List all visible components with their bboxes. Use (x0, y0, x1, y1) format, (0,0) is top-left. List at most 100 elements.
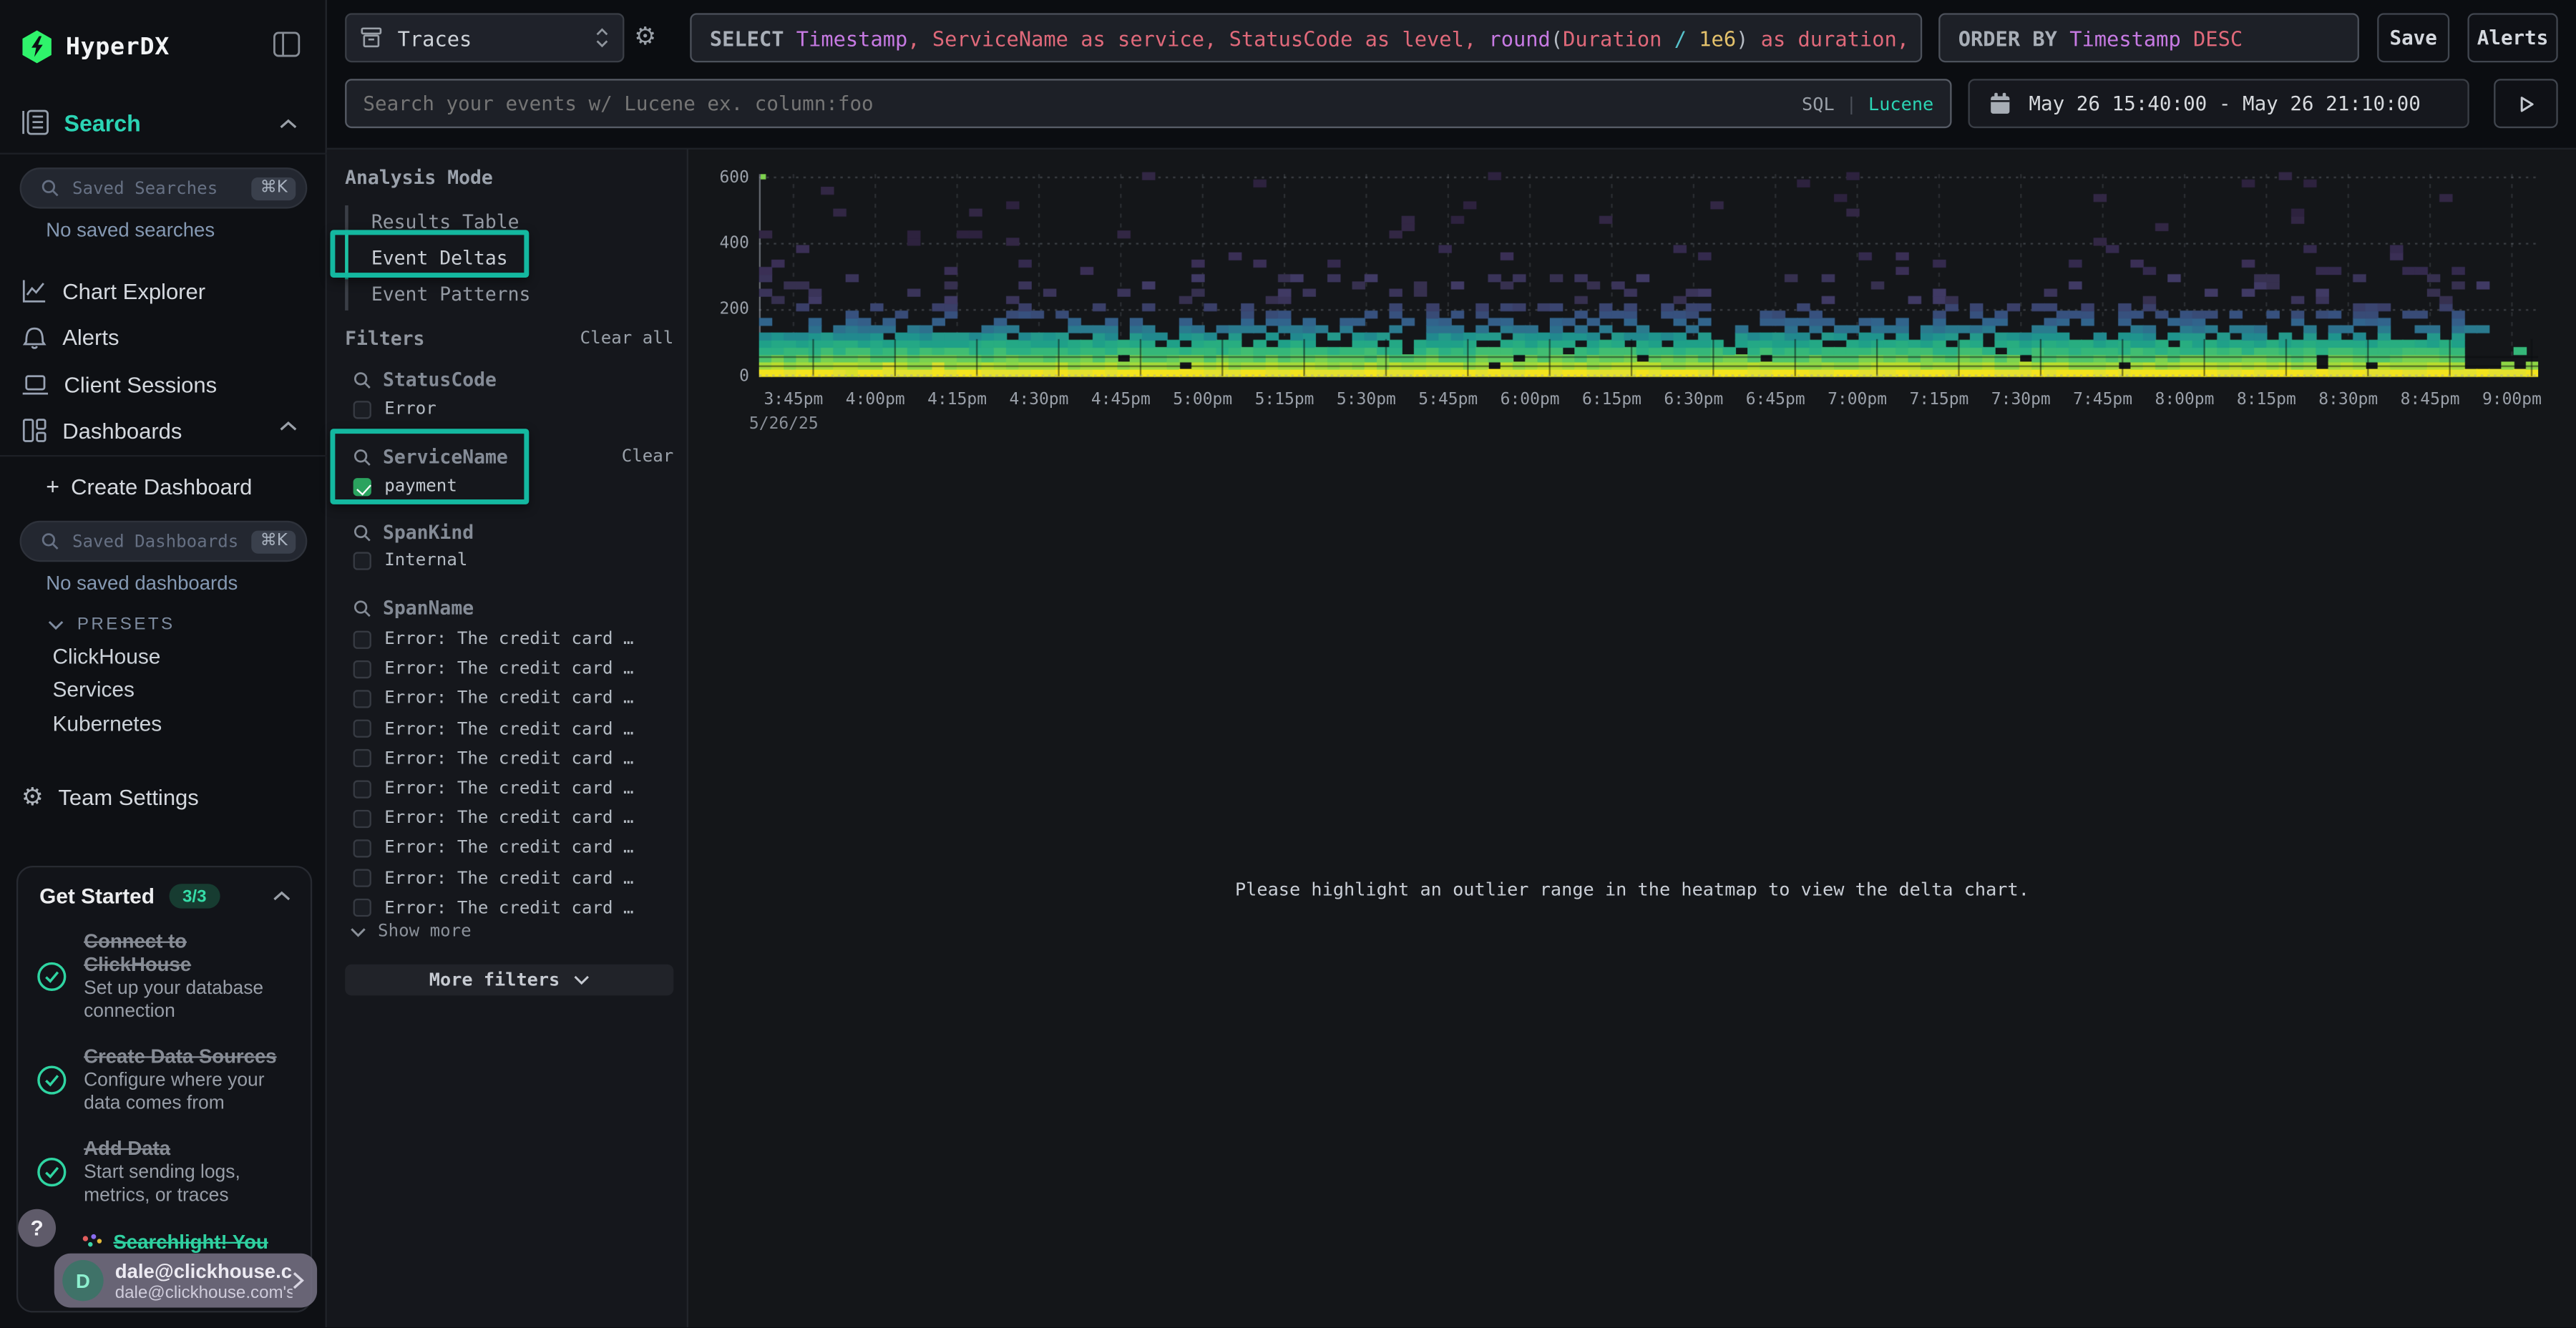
filter-option-spanname[interactable]: Error: The credit card … (353, 893, 677, 923)
analysis-mode-label: Analysis Mode (345, 166, 493, 189)
x-tick-label: 7:00pm (1811, 391, 1903, 409)
checkbox-checked[interactable] (353, 477, 371, 495)
search-icon[interactable] (353, 523, 371, 541)
hidden-step-label: Searchlight! You (113, 1231, 268, 1254)
mode-event-deltas[interactable]: Event Deltas (371, 246, 508, 269)
filter-option-spanname[interactable]: Error: The credit card … (353, 863, 677, 893)
get-started-chevron-up-icon[interactable] (273, 890, 291, 902)
checkbox[interactable] (353, 899, 371, 917)
save-button[interactable]: Save (2377, 13, 2449, 62)
preset-services[interactable]: Services (52, 677, 134, 701)
sql-select-text: SELECT Timestamp, ServiceName as service… (710, 26, 1922, 50)
filter-option-label: Error: The credit card … (384, 630, 633, 650)
user-menu[interactable]: D dale@clickhouse.com dale@clickhouse.co… (54, 1254, 317, 1308)
filter-option-label: payment (384, 477, 457, 497)
more-filters-button[interactable]: More filters (345, 965, 673, 996)
lang-toggle-lucene[interactable]: Lucene (1868, 93, 1933, 114)
lang-toggle-sql[interactable]: SQL (1802, 93, 1835, 114)
mode-results-table[interactable]: Results Table (371, 210, 519, 233)
checkbox[interactable] (353, 630, 371, 648)
filter-option-spanname[interactable]: Error: The credit card … (353, 773, 677, 804)
sql-select-input[interactable]: SELECT Timestamp, ServiceName as service… (690, 13, 1922, 62)
checkbox[interactable] (353, 690, 371, 708)
step-description: Configure where your data comes from (84, 1071, 289, 1115)
app-logo[interactable]: HyperDX (21, 29, 170, 64)
get-started-step[interactable]: Add Data Start sending logs, metrics, or… (36, 1137, 291, 1208)
laptop-icon (21, 372, 49, 396)
dashboards-chevron-up-icon[interactable] (279, 421, 297, 432)
saved-dashboards-input[interactable]: Saved Dashboards ⌘K (20, 521, 308, 562)
x-tick-label: 7:30pm (1975, 391, 2067, 409)
show-more-toggle[interactable]: Show more (350, 922, 472, 942)
filter-option-label: Internal (384, 550, 467, 570)
x-tick-label: 5:45pm (1402, 391, 1494, 409)
filter-option-payment[interactable]: payment (353, 477, 457, 497)
filter-option-internal[interactable]: Internal (353, 550, 468, 570)
source-settings-gear-icon[interactable]: ⚙ (634, 21, 656, 51)
clear-servicename-button[interactable]: Clear (622, 446, 674, 467)
preset-kubernetes[interactable]: Kubernetes (52, 711, 162, 736)
order-by-input[interactable]: ORDER BY Timestamp DESC (1938, 13, 2359, 62)
step-description: Start sending logs, metrics, or traces (84, 1163, 289, 1207)
mode-track-active (345, 233, 348, 279)
checkbox[interactable] (353, 779, 371, 797)
clear-all-button[interactable]: Clear all (580, 328, 674, 348)
filter-option-spanname[interactable]: Error: The credit card … (353, 654, 677, 684)
get-started-step[interactable]: Create Data Sources Configure where your… (36, 1045, 291, 1115)
chart-explorer-icon (21, 278, 48, 304)
search-input[interactable] (363, 92, 1802, 115)
checkbox[interactable] (353, 839, 371, 857)
checkbox[interactable] (353, 720, 371, 738)
shortcut-badge: ⌘K (252, 529, 296, 552)
help-button[interactable]: ? (18, 1209, 56, 1247)
sidebar-item-dashboards[interactable]: Dashboards (0, 409, 327, 452)
search-section-label: Search (64, 109, 141, 136)
x-tick-label: 7:45pm (2057, 391, 2149, 409)
filter-option-spanname[interactable]: Error: The credit card … (353, 714, 677, 744)
search-icon[interactable] (353, 448, 371, 466)
filter-option-spanname[interactable]: Error: The credit card … (353, 834, 677, 864)
checkbox[interactable] (353, 750, 371, 768)
time-range-picker[interactable]: May 26 15:40:00 - May 26 21:10:00 (1968, 79, 2469, 128)
filter-option-label: Error: The credit card … (384, 689, 633, 709)
sidebar-item-alerts[interactable]: Alerts (0, 316, 327, 358)
checkbox[interactable] (353, 869, 371, 887)
presets-label: PRESETS (77, 615, 175, 635)
saved-searches-input[interactable]: Saved Searches ⌘K (20, 167, 308, 208)
run-query-button[interactable] (2494, 79, 2558, 128)
x-tick-label: 7:15pm (1893, 391, 1986, 409)
filter-option-spanname[interactable]: Error: The credit card … (353, 804, 677, 834)
get-started-progress-badge: 3/3 (170, 884, 220, 908)
sidebar-item-client-sessions[interactable]: Client Sessions (0, 363, 327, 406)
alerts-button[interactable]: Alerts (2467, 13, 2557, 62)
sidebar-collapse-icon[interactable] (273, 31, 301, 58)
checkbox[interactable] (353, 809, 371, 827)
filter-group-name: StatusCode (383, 368, 497, 391)
filter-option-spanname[interactable]: Error: The credit card … (353, 624, 677, 654)
filter-option-error[interactable]: Error (353, 399, 436, 419)
mode-event-patterns[interactable]: Event Patterns (371, 283, 531, 306)
sidebar-section-search[interactable]: Search (21, 109, 141, 137)
data-source-select[interactable]: Traces (345, 13, 624, 62)
search-icon[interactable] (353, 599, 371, 617)
filter-option-spanname[interactable]: Error: The credit card … (353, 743, 677, 773)
bell-icon (21, 323, 48, 350)
filter-option-label: Error: The credit card … (384, 809, 633, 829)
team-settings-label: Team Settings (58, 784, 198, 809)
y-tick-label: 400 (688, 235, 749, 253)
filter-option-spanname[interactable]: Error: The credit card … (353, 684, 677, 714)
checkbox[interactable] (353, 660, 371, 678)
team-settings-link[interactable]: ⚙ Team Settings (21, 782, 199, 811)
presets-toggle[interactable]: PRESETS (48, 615, 175, 635)
checkbox[interactable] (353, 551, 371, 569)
create-dashboard-label: Create Dashboard (71, 474, 252, 498)
checkbox[interactable] (353, 400, 371, 418)
search-icon[interactable] (353, 371, 371, 389)
create-dashboard-button[interactable]: + Create Dashboard (46, 473, 252, 499)
preset-clickhouse[interactable]: ClickHouse (52, 644, 160, 668)
duration-heatmap-canvas[interactable] (759, 166, 2538, 378)
search-section-chevron-up-icon[interactable] (279, 118, 297, 130)
sidebar-item-chart-explorer[interactable]: Chart Explorer (0, 270, 327, 313)
get-started-step[interactable]: Connect to ClickHouse Set up your databa… (36, 929, 291, 1023)
step-title: Create Data Sources (84, 1045, 289, 1068)
